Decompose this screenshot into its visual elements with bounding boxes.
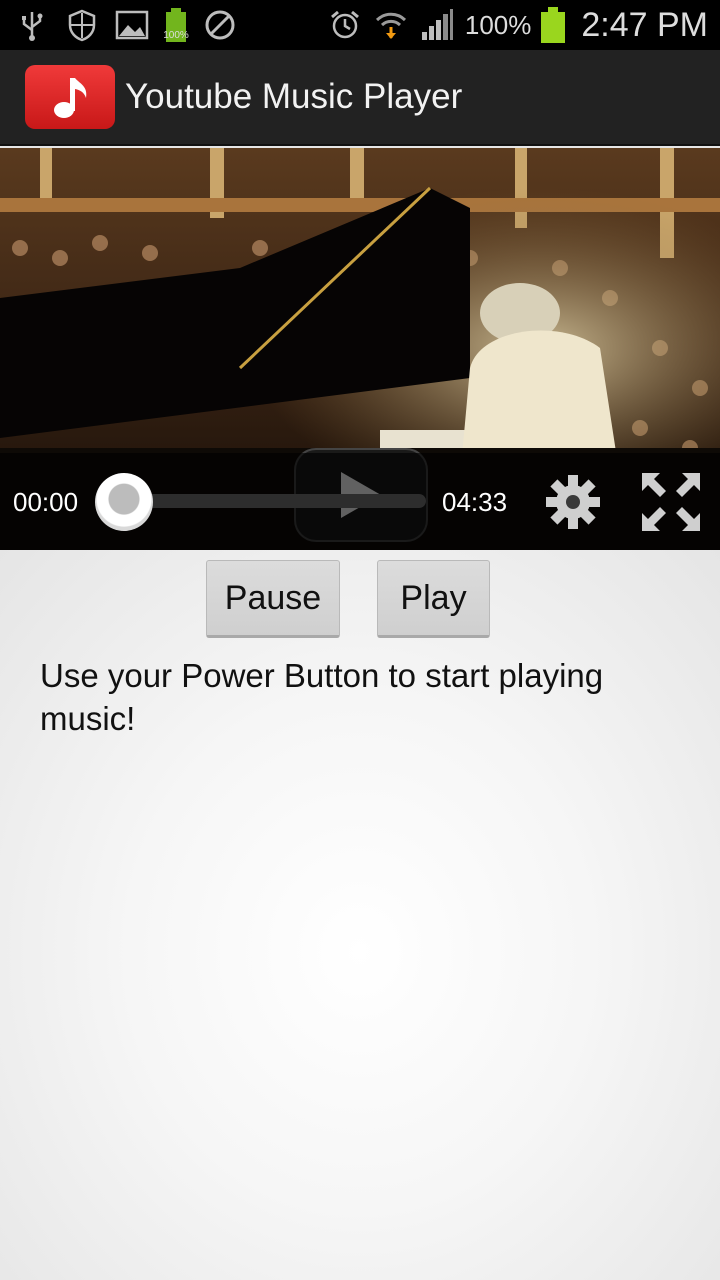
signal-icon [419, 7, 455, 43]
app-title: Youtube Music Player [125, 77, 463, 116]
image-icon [114, 7, 150, 43]
battery-icon [541, 7, 566, 43]
gear-icon[interactable] [542, 471, 604, 533]
total-time: 04:33 [442, 487, 508, 517]
status-clock: 2:47 PM [581, 5, 708, 44]
player-controls: 00:00 04:33 [0, 453, 720, 550]
seek-thumb[interactable] [95, 473, 153, 531]
usb-icon [14, 7, 50, 43]
play-button[interactable]: Play [377, 560, 490, 638]
current-time: 00:00 [13, 487, 79, 517]
pause-button[interactable]: Pause [206, 560, 340, 638]
alarm-icon [327, 7, 363, 43]
battery-percent: 100% [464, 9, 532, 40]
shield-icon [64, 7, 100, 43]
wifi-icon [373, 7, 409, 43]
battery-charging-icon: 100% [163, 8, 189, 42]
blocked-icon [202, 7, 238, 43]
music-note-icon[interactable] [25, 65, 115, 129]
action-bar: Youtube Music Player [0, 50, 720, 146]
fullscreen-icon[interactable] [640, 471, 702, 533]
small-battery-label: 100% [163, 30, 189, 41]
content-area: Pause Play Use your Power Button to star… [0, 550, 720, 1280]
seek-bar[interactable] [110, 494, 426, 508]
status-bar: 100% 100% 2:47 PM [0, 0, 720, 50]
instruction-message: Use your Power Button to start playing m… [40, 657, 604, 737]
